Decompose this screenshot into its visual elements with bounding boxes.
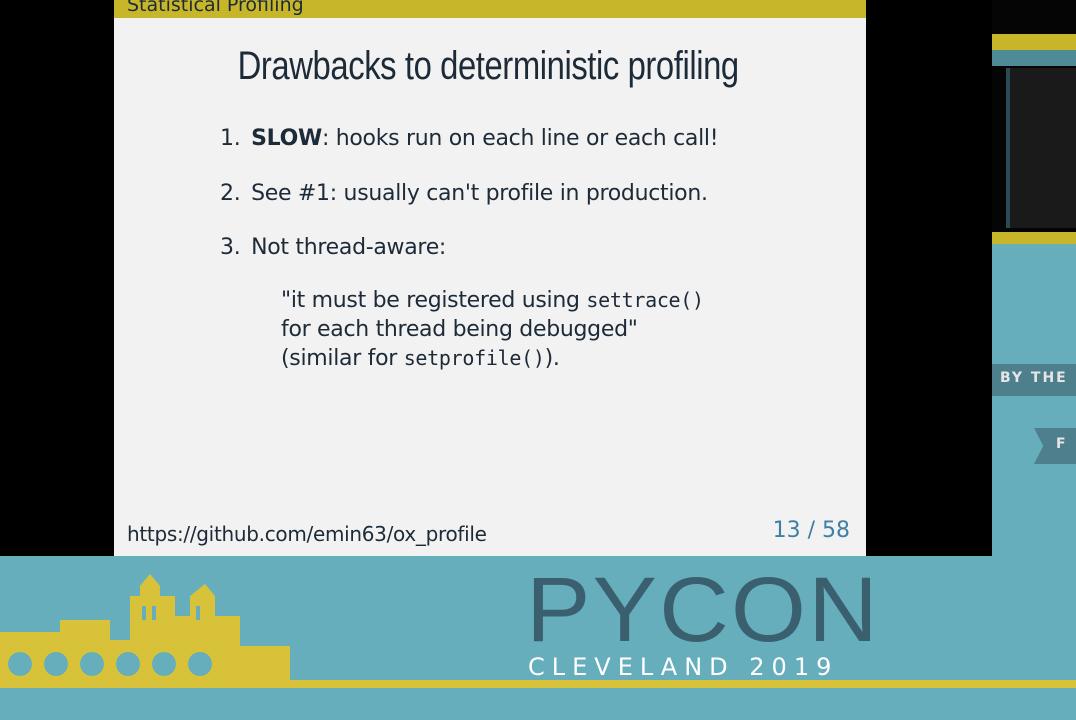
- code-settrace: settrace(): [586, 288, 704, 312]
- code-setprofile: setprofile(): [403, 346, 545, 370]
- quote-line: (similar for setprofile()).: [281, 344, 704, 373]
- list-number: 2.: [220, 181, 241, 206]
- list-number: 1.: [220, 126, 241, 151]
- list-text: : hooks run on each line or each call!: [321, 126, 719, 151]
- list-item: 3. Not thread-aware:: [220, 235, 446, 260]
- quote-text: (similar for: [281, 346, 404, 371]
- quote-text: for each thread being debugged": [281, 317, 638, 342]
- quote-text: "it must be registered using: [281, 288, 587, 313]
- slide-title: Drawbacks to deterministic profiling: [237, 44, 740, 88]
- list-item: 2. See #1: usually can't profile in prod…: [220, 181, 708, 206]
- section-label: Statistical Profiling: [127, 0, 304, 16]
- list-text: Not thread-aware:: [251, 235, 447, 260]
- presentation-slide: Statistical Profiling Drawbacks to deter…: [114, 0, 866, 556]
- banner-text: BY THE: [992, 364, 1076, 396]
- list-text: See #1: usually can't profile in product…: [251, 181, 708, 206]
- list-item: 1. SLOW: hooks run on each line or each …: [220, 126, 719, 151]
- emphasis-text: SLOW: [251, 126, 322, 151]
- pycon-location: CLEVELAND 2019: [528, 653, 839, 681]
- video-frame: Statistical Profiling Drawbacks to deter…: [0, 0, 1076, 720]
- page-number: 13 / 58: [772, 518, 850, 543]
- quote-text: ).: [544, 346, 560, 371]
- list-number: 3.: [220, 235, 241, 260]
- quote-block: "it must be registered using settrace() …: [281, 286, 704, 373]
- pycon-logo: PYCON: [526, 559, 881, 661]
- quote-line: "it must be registered using settrace(): [281, 286, 704, 315]
- quote-line: for each thread being debugged": [281, 315, 704, 344]
- backdrop-strip: BY THE F: [992, 0, 1076, 556]
- footer-url: https://github.com/emin63/ox_profile: [127, 522, 487, 546]
